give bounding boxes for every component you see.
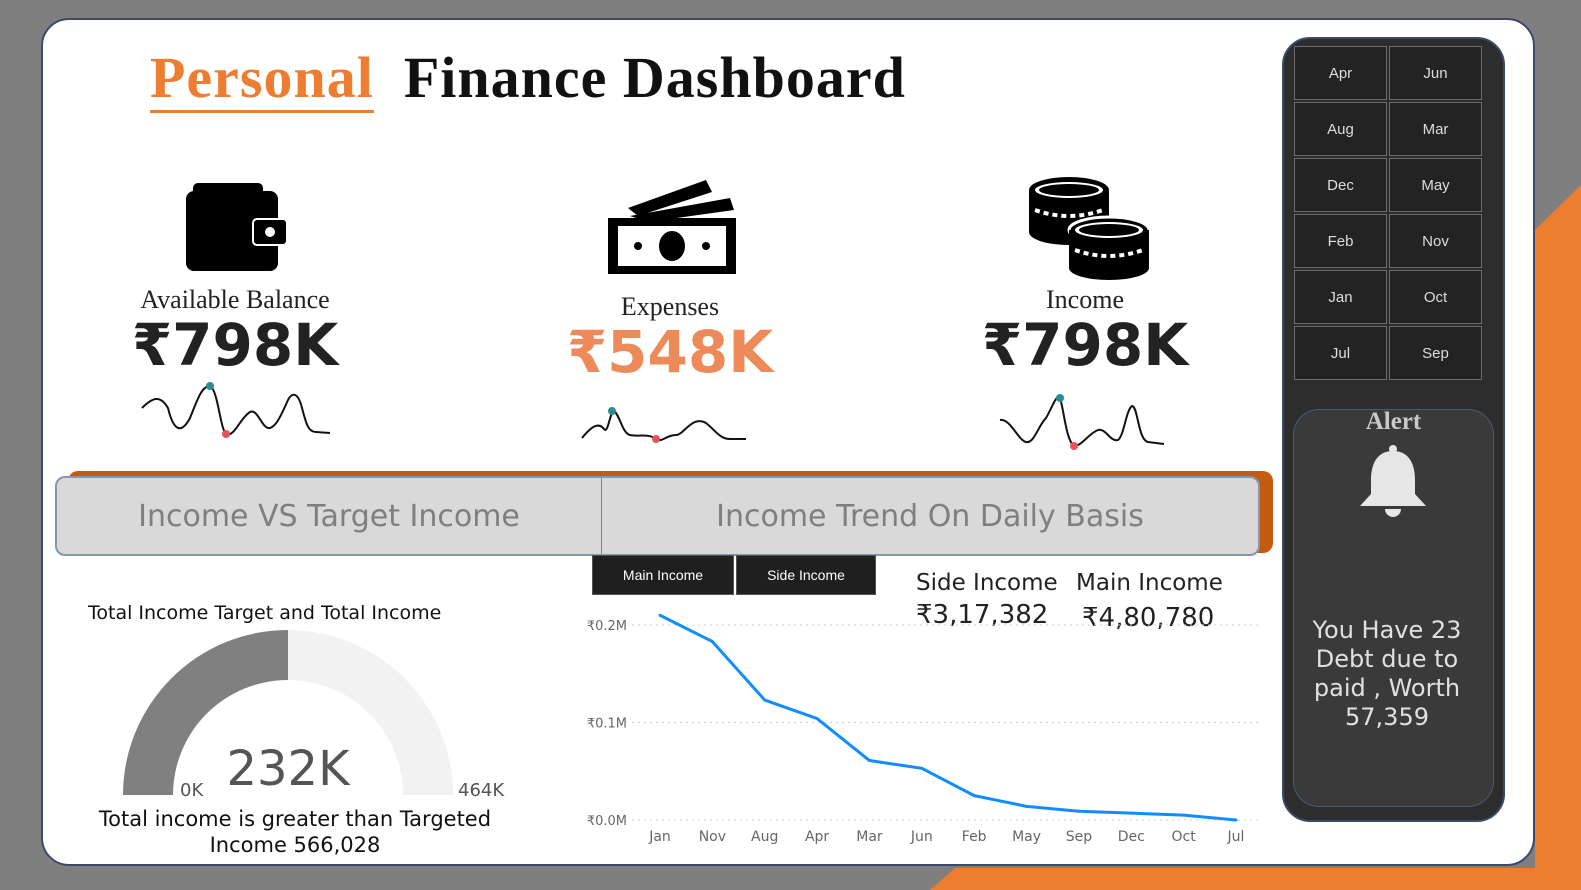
- data-point-oct: [1182, 813, 1186, 817]
- gauge-note: Total income is greater than Targeted In…: [98, 807, 492, 857]
- bell-icon: [1360, 445, 1426, 517]
- slicer-month-jun[interactable]: Jun: [1389, 46, 1482, 100]
- expenses-sparkline: [581, 407, 746, 443]
- gauge-value: 232K: [226, 741, 351, 797]
- x-tick-label: Feb: [962, 829, 987, 845]
- slicer-month-aug[interactable]: Aug: [1294, 102, 1387, 156]
- money-bills-icon: [608, 180, 736, 274]
- slicer-month-feb[interactable]: Feb: [1294, 214, 1387, 268]
- data-point-nov: [710, 640, 714, 644]
- title-main: Finance Dashboard: [403, 45, 906, 110]
- slicer-month-sep[interactable]: Sep: [1389, 326, 1482, 380]
- x-tick-label: Jan: [648, 829, 671, 845]
- data-point-jul: [1234, 818, 1238, 822]
- y-tick-label: ₹0.0M: [587, 814, 627, 829]
- slicer-month-nov[interactable]: Nov: [1389, 214, 1482, 268]
- income-trend-chart: ₹0.0M ₹0.1M ₹0.2M Jan Nov Aug Apr Mar Jun Feb May S…: [587, 613, 1260, 845]
- alert-message: You Have 23 Debt due to paid , Worth 57,…: [1312, 616, 1462, 731]
- kpi-expenses: Expenses ₹548K: [540, 292, 800, 382]
- tab-income-trend[interactable]: Income Trend On Daily Basis: [602, 478, 1258, 554]
- x-tick-label: May: [1012, 829, 1041, 845]
- data-point-feb: [972, 794, 976, 798]
- x-tick-label: Mar: [856, 829, 883, 845]
- balance-sparkline: [141, 382, 331, 438]
- slicer-month-apr[interactable]: Apr: [1294, 46, 1387, 100]
- page-title: Personal Finance Dashboard: [150, 44, 906, 113]
- x-tick-label: Nov: [699, 829, 726, 845]
- sparkline-max-point: [608, 407, 616, 415]
- kpi-balance: Available Balance ₹798K: [105, 285, 365, 375]
- sparkline-min-point: [652, 435, 660, 443]
- sparkline-min-point: [1070, 442, 1078, 450]
- y-tick-label: ₹0.1M: [587, 717, 627, 732]
- coins-icon: [1029, 177, 1151, 280]
- wallet-icon: [186, 183, 288, 271]
- gauge-min-label: 0K: [180, 780, 204, 801]
- slicer-month-oct[interactable]: Oct: [1389, 270, 1482, 324]
- side-income-button[interactable]: Side Income: [736, 555, 876, 595]
- data-point-sep: [1077, 809, 1081, 813]
- main-income-label: Main Income: [1076, 570, 1223, 596]
- side-income-label: Side Income: [916, 570, 1058, 596]
- x-tick-label: Sep: [1066, 829, 1093, 845]
- data-point-dec: [1129, 811, 1133, 815]
- x-tick-label: Apr: [805, 829, 829, 845]
- sparkline-max-point: [206, 382, 214, 390]
- data-point-may: [1025, 804, 1029, 808]
- x-tick-label: Jun: [910, 829, 933, 845]
- section-tabbar: Income VS Target Income Income Trend On …: [55, 476, 1260, 556]
- income-gauge: 0K 464K 232K: [123, 630, 505, 801]
- slicer-month-mar[interactable]: Mar: [1389, 102, 1482, 156]
- data-point-jan: [658, 613, 662, 617]
- month-slicer: Apr Jun Aug Mar Dec May Feb Nov Jan Oct Jul Sep: [1294, 46, 1482, 380]
- y-tick-label: ₹0.2M: [587, 619, 627, 634]
- data-point-apr: [815, 717, 819, 721]
- x-tick-label: Aug: [751, 829, 778, 845]
- gauge-title: Total Income Target and Total Income: [88, 602, 442, 624]
- income-sparkline: [999, 394, 1165, 450]
- data-point-mar: [867, 759, 871, 763]
- x-tick-label: Oct: [1172, 829, 1197, 845]
- expenses-value: ₹548K: [566, 318, 774, 386]
- tab-income-vs-target[interactable]: Income VS Target Income: [57, 478, 602, 554]
- income-trend-line: [659, 613, 1237, 822]
- slicer-month-may[interactable]: May: [1389, 158, 1482, 212]
- sparkline-max-point: [1056, 394, 1064, 402]
- kpi-income: Income ₹798K: [955, 285, 1215, 375]
- slicer-month-jul[interactable]: Jul: [1294, 326, 1387, 380]
- data-point-aug: [763, 698, 767, 702]
- slicer-month-jan[interactable]: Jan: [1294, 270, 1387, 324]
- data-point-jun: [920, 766, 924, 770]
- sparkline-min-point: [222, 430, 230, 438]
- x-tick-label: Dec: [1118, 829, 1145, 845]
- balance-value: ₹798K: [131, 311, 339, 379]
- title-accent: Personal: [150, 45, 374, 113]
- slicer-month-dec[interactable]: Dec: [1294, 158, 1387, 212]
- main-income-button[interactable]: Main Income: [592, 555, 734, 595]
- x-tick-label: Jul: [1227, 829, 1245, 845]
- gauge-max-label: 464K: [458, 780, 505, 801]
- income-value: ₹798K: [981, 311, 1189, 379]
- alert-title: Alert: [1365, 408, 1422, 435]
